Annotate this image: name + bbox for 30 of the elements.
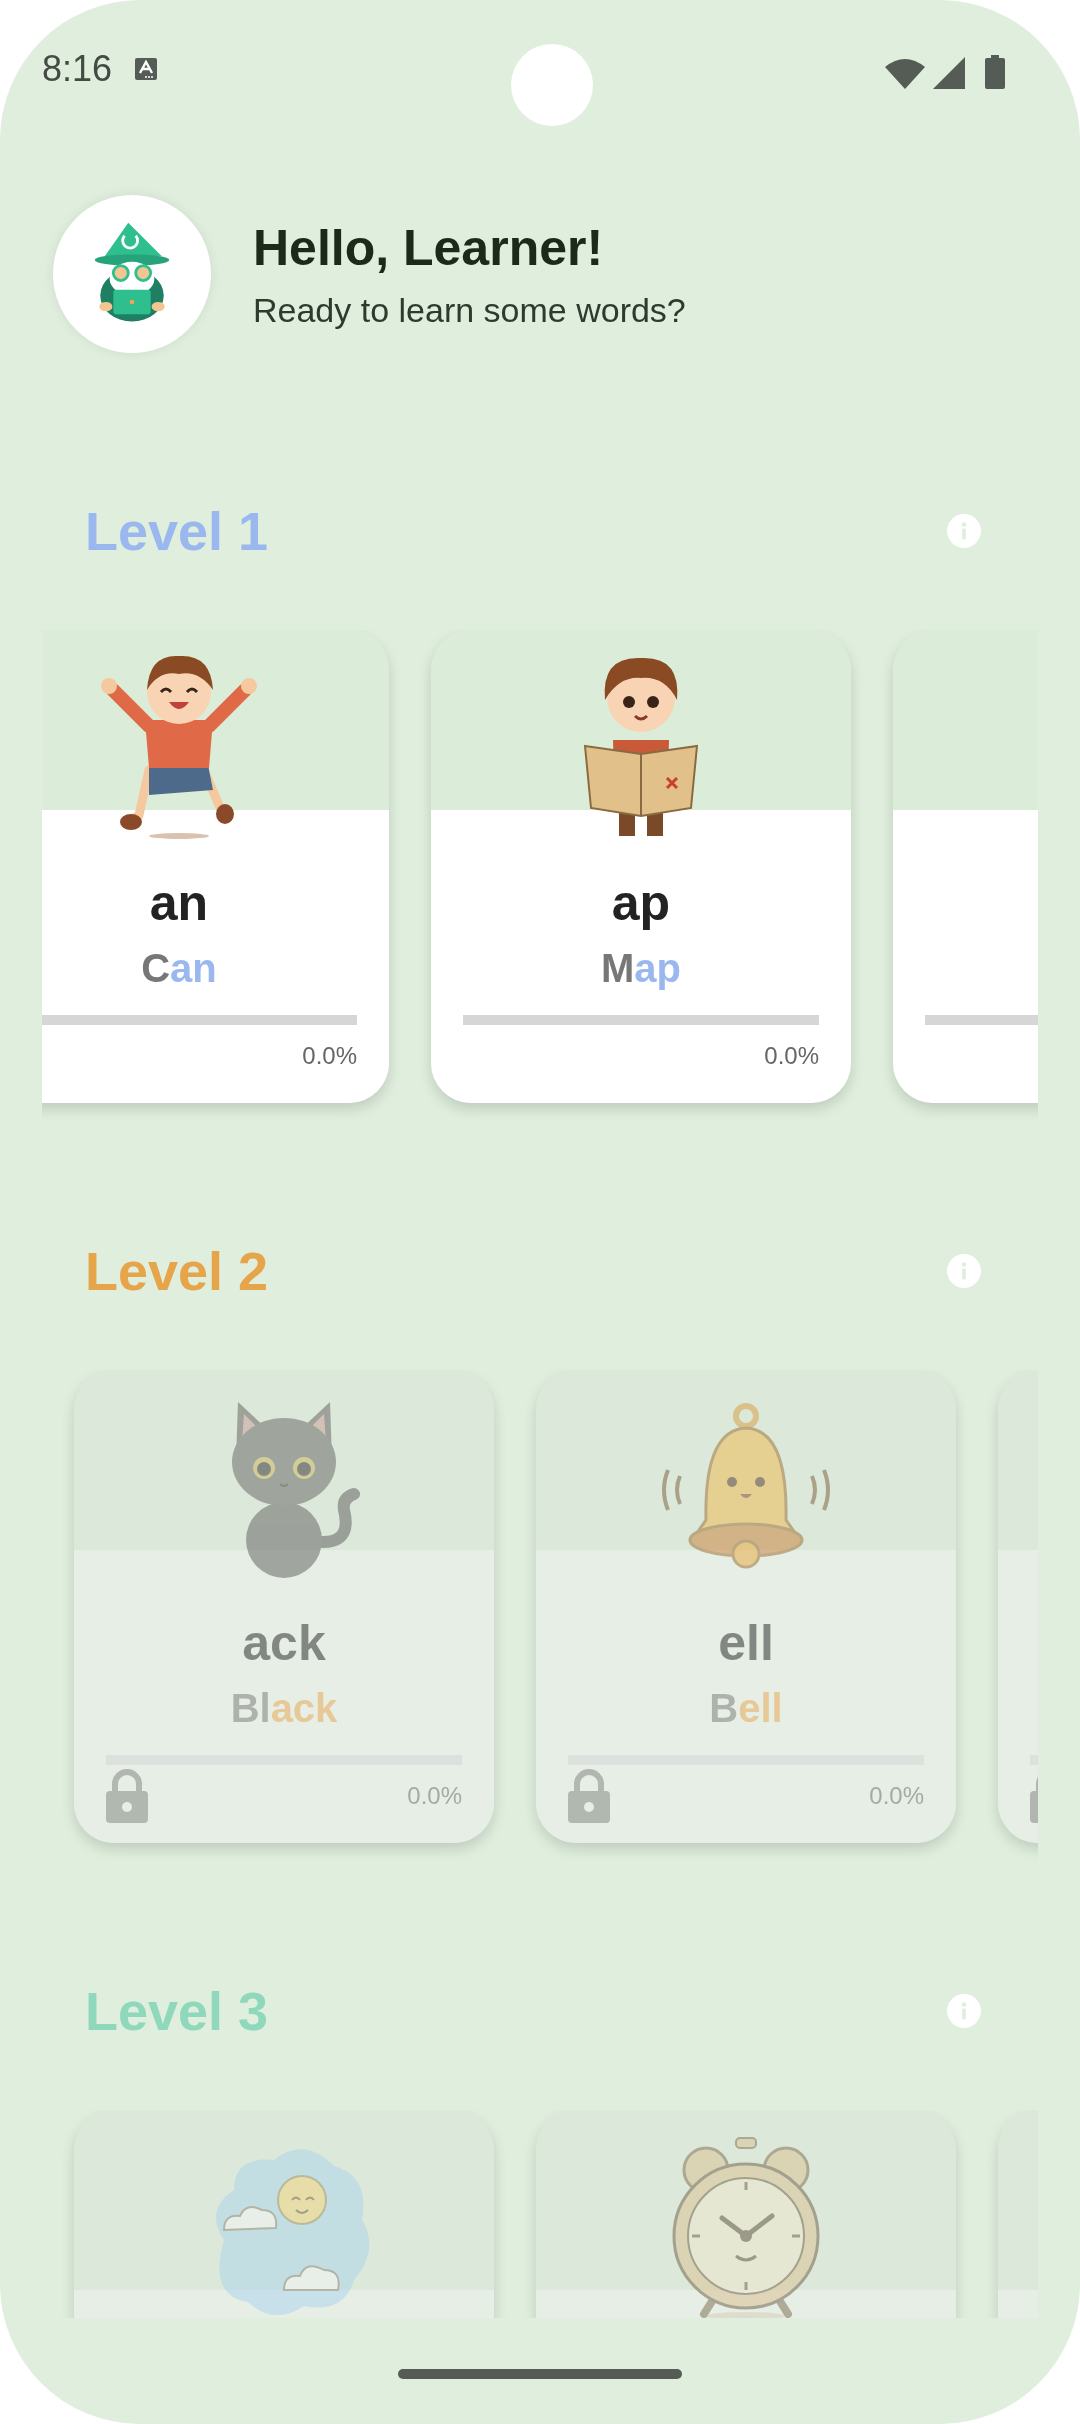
home-indicator[interactable] xyxy=(398,2369,682,2379)
greeting-title: Hello, Learner! xyxy=(253,218,605,277)
greeting-subtitle: Ready to learn some words? xyxy=(253,290,686,330)
word-card[interactable]: an Can 0.0% xyxy=(42,630,389,1103)
example-word: Bell xyxy=(709,1685,783,1732)
info-icon[interactable] xyxy=(947,1994,981,2028)
lock-icon xyxy=(106,1769,148,1823)
level-title: Level 1 xyxy=(85,500,269,562)
progress-percent: 0.0% xyxy=(764,1042,819,1070)
word-family: an xyxy=(149,875,209,931)
word-family: ell xyxy=(718,1615,774,1671)
lock-icon xyxy=(568,1769,610,1823)
battery-icon xyxy=(985,55,1005,89)
word-family: ack xyxy=(242,1615,326,1671)
progress-percent: 0.0% xyxy=(869,1782,924,1810)
progress-percent: 0.0% xyxy=(302,1042,357,1070)
word-family: ap xyxy=(611,875,671,931)
info-icon[interactable] xyxy=(947,1254,981,1288)
word-card[interactable]: ap Map 0.0% xyxy=(431,630,851,1103)
signal-icon xyxy=(933,57,965,89)
example-word: Map xyxy=(601,945,681,992)
notification-icon xyxy=(134,57,159,81)
example-word: Can xyxy=(141,945,217,992)
example-word: Black xyxy=(230,1685,338,1732)
level-title: Level 2 xyxy=(85,1240,269,1302)
level-title: Level 3 xyxy=(85,1980,269,2042)
progress-percent: 0.0% xyxy=(407,1782,462,1810)
info-icon[interactable] xyxy=(947,514,981,548)
status-time: 8:16 xyxy=(42,48,113,90)
wifi-icon xyxy=(885,59,925,89)
